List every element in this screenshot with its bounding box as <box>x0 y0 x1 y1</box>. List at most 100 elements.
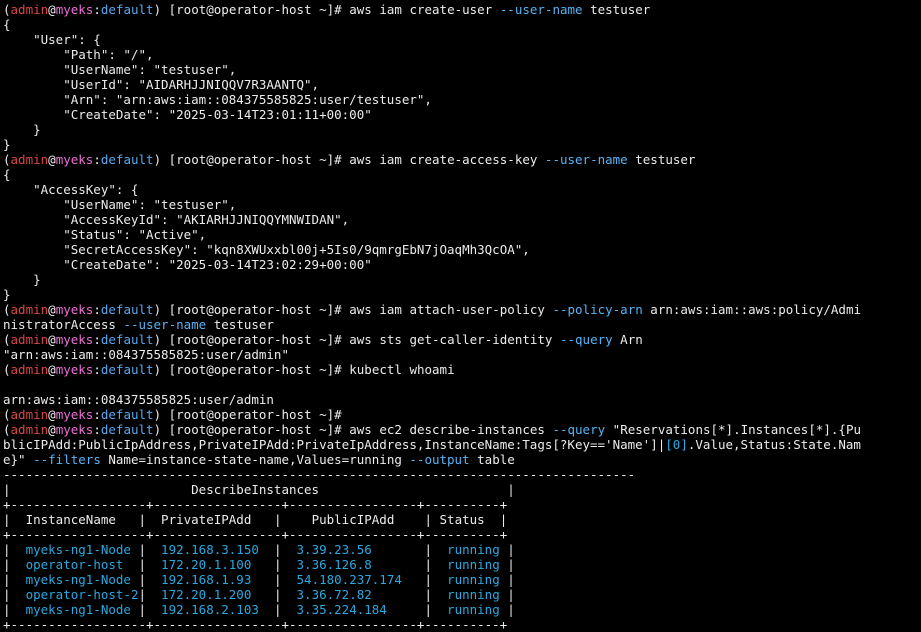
prompt-user: admin <box>10 332 49 347</box>
table-rule: ----------------------------------------… <box>3 467 636 482</box>
prompt-host: myeks <box>55 332 94 347</box>
prompt-host: myeks <box>55 362 94 377</box>
command-line-describe-instances: (admin@myeks:default) [root@operator-hos… <box>3 422 921 437</box>
prompt-namespace: default <box>100 362 154 377</box>
prompt-shell: [root@operator-host ~]# <box>161 362 350 377</box>
command-text: aws iam create-user <box>349 2 500 17</box>
table-header: PrivateIPAdd <box>146 512 274 527</box>
prompt-shell: [root@operator-host ~]# <box>161 2 350 17</box>
table-cell-name: operator-host-2 <box>10 587 139 602</box>
output-line: "SecretAccessKey": "kqn8XWUxxbl00j+5Is0/… <box>3 242 530 257</box>
prompt-namespace: default <box>100 2 154 17</box>
table-header: Status <box>432 512 500 527</box>
prompt-sep: : <box>93 2 101 17</box>
table-separator: +------------------+-----------------+--… <box>3 617 508 632</box>
prompt-paren: ( <box>3 422 11 437</box>
prompt-user: admin <box>10 2 49 17</box>
prompt-paren: ( <box>3 362 11 377</box>
table-cell-status: running <box>432 542 508 557</box>
table-header: InstanceName <box>10 512 139 527</box>
prompt-paren: ( <box>3 152 11 167</box>
command-text: kubectl whoami <box>349 362 455 377</box>
output-line: } <box>3 272 41 287</box>
prompt-at: @ <box>48 152 56 167</box>
terminal-window[interactable]: (admin@myeks:default) [root@operator-hos… <box>0 0 921 632</box>
prompt-paren: ( <box>3 302 11 317</box>
prompt-shell: [root@operator-host ~]# <box>161 422 350 437</box>
output-line: } <box>3 287 11 302</box>
table-cell-public-ip: 54.180.237.174 <box>281 572 425 587</box>
output-line: { <box>3 167 11 182</box>
prompt-namespace: default <box>100 332 154 347</box>
table-cell-private-ip: 172.20.1.200 <box>146 587 274 602</box>
command-text: aws iam attach-user-policy <box>349 302 553 317</box>
table-separator: +------------------+-----------------+--… <box>3 527 508 542</box>
table-cell-status: running <box>432 602 508 617</box>
prompt-paren: ) <box>153 422 162 437</box>
prompt-host: myeks <box>55 2 94 17</box>
output-line: "AccessKeyId": "AKIARHJJNIQQYMNWIDAN", <box>3 212 350 227</box>
prompt-paren: ) <box>153 2 162 17</box>
prompt-at: @ <box>48 407 56 422</box>
table-cell-name: myeks-ng1-Node <box>10 572 139 587</box>
table-cell-status: running <box>432 587 508 602</box>
command-line-wrap: nistratorAccess --user-name testuser <box>3 317 921 332</box>
prompt-paren: ) <box>153 332 162 347</box>
output-line: "UserName": "testuser", <box>3 197 237 212</box>
table-cell-private-ip: 192.168.3.150 <box>146 542 274 557</box>
prompt-sep: : <box>93 302 101 317</box>
command-arg: arn:aws:iam::aws:policy/Admi <box>642 302 862 317</box>
prompt-paren: ) <box>153 302 162 317</box>
table-cell-name: myeks-ng1-Node <box>10 542 139 557</box>
command-option: --user-name <box>544 152 628 167</box>
command-arg: nistratorAccess <box>3 317 124 332</box>
table-cell-public-ip: 3.36.126.8 <box>281 557 425 572</box>
table-cell-status: running <box>432 557 508 572</box>
output-line: "Path": "/", <box>3 47 154 62</box>
prompt-paren: ( <box>3 2 11 17</box>
prompt-sep: : <box>93 407 101 422</box>
output-line: arn:aws:iam::084375585825:user/admin <box>3 392 274 407</box>
table-cell-private-ip: 172.20.1.100 <box>146 557 274 572</box>
prompt-host: myeks <box>55 422 94 437</box>
table-row: | myeks-ng1-Node | 192.168.3.150 | 3.39.… <box>3 542 515 557</box>
table-cell-status: running <box>432 572 508 587</box>
prompt-host: myeks <box>55 302 94 317</box>
table-row: | operator-host-2| 172.20.1.200 | 3.36.7… <box>3 587 515 602</box>
output-line: "Status": "Active", <box>3 227 207 242</box>
prompt-paren: ) <box>153 407 162 422</box>
output-line: "arn:aws:iam::084375585825:user/admin" <box>3 347 289 362</box>
prompt-user: admin <box>10 302 49 317</box>
command-line-create-access-key: (admin@myeks:default) [root@operator-hos… <box>3 152 921 167</box>
prompt-at: @ <box>48 362 56 377</box>
prompt-shell: [root@operator-host ~]# <box>161 152 350 167</box>
command-option: --output <box>409 452 470 467</box>
command-text: aws ec2 describe-instances <box>349 422 553 437</box>
prompt-paren: ) <box>153 152 162 167</box>
command-option: --policy-arn <box>552 302 643 317</box>
table-cell-private-ip: 192.168.1.93 <box>146 572 274 587</box>
prompt-paren: ( <box>3 332 11 347</box>
prompt-host: myeks <box>55 152 94 167</box>
output-line: } <box>3 122 41 137</box>
command-arg: testuser <box>206 317 274 332</box>
output-line: } <box>3 137 11 152</box>
table-cell-name: myeks-ng1-Node <box>10 602 139 617</box>
output-line: "UserId": "AIDARHJJNIQQV7R3AANTQ", <box>3 77 320 92</box>
table-cell-public-ip: 3.36.72.82 <box>281 587 425 602</box>
prompt-sep: : <box>93 152 101 167</box>
command-line-get-caller-identity: (admin@myeks:default) [root@operator-hos… <box>3 332 921 347</box>
output-line-blank <box>3 377 921 392</box>
command-option: --user-name <box>499 2 583 17</box>
command-arg: .Value,Status:State.Nam <box>687 437 861 452</box>
command-text: aws iam create-access-key <box>349 152 545 167</box>
command-arg: blicIPAdd:PublicIpAddress,PrivateIPAdd:P… <box>3 437 666 452</box>
command-arg: Name=instance-state-name,Values=running <box>100 452 410 467</box>
command-arg: e}" <box>3 452 34 467</box>
command-line-wrap: blicIPAdd:PublicIpAddress,PrivateIPAdd:P… <box>3 437 921 452</box>
table-cell-public-ip: 3.39.23.56 <box>281 542 425 557</box>
command-line-wrap: e}" --filters Name=instance-state-name,V… <box>3 452 921 467</box>
command-arg: Arn <box>612 332 643 347</box>
prompt-user: admin <box>10 422 49 437</box>
command-arg: "Reservations[*].Instances[*].{Pu <box>605 422 862 437</box>
